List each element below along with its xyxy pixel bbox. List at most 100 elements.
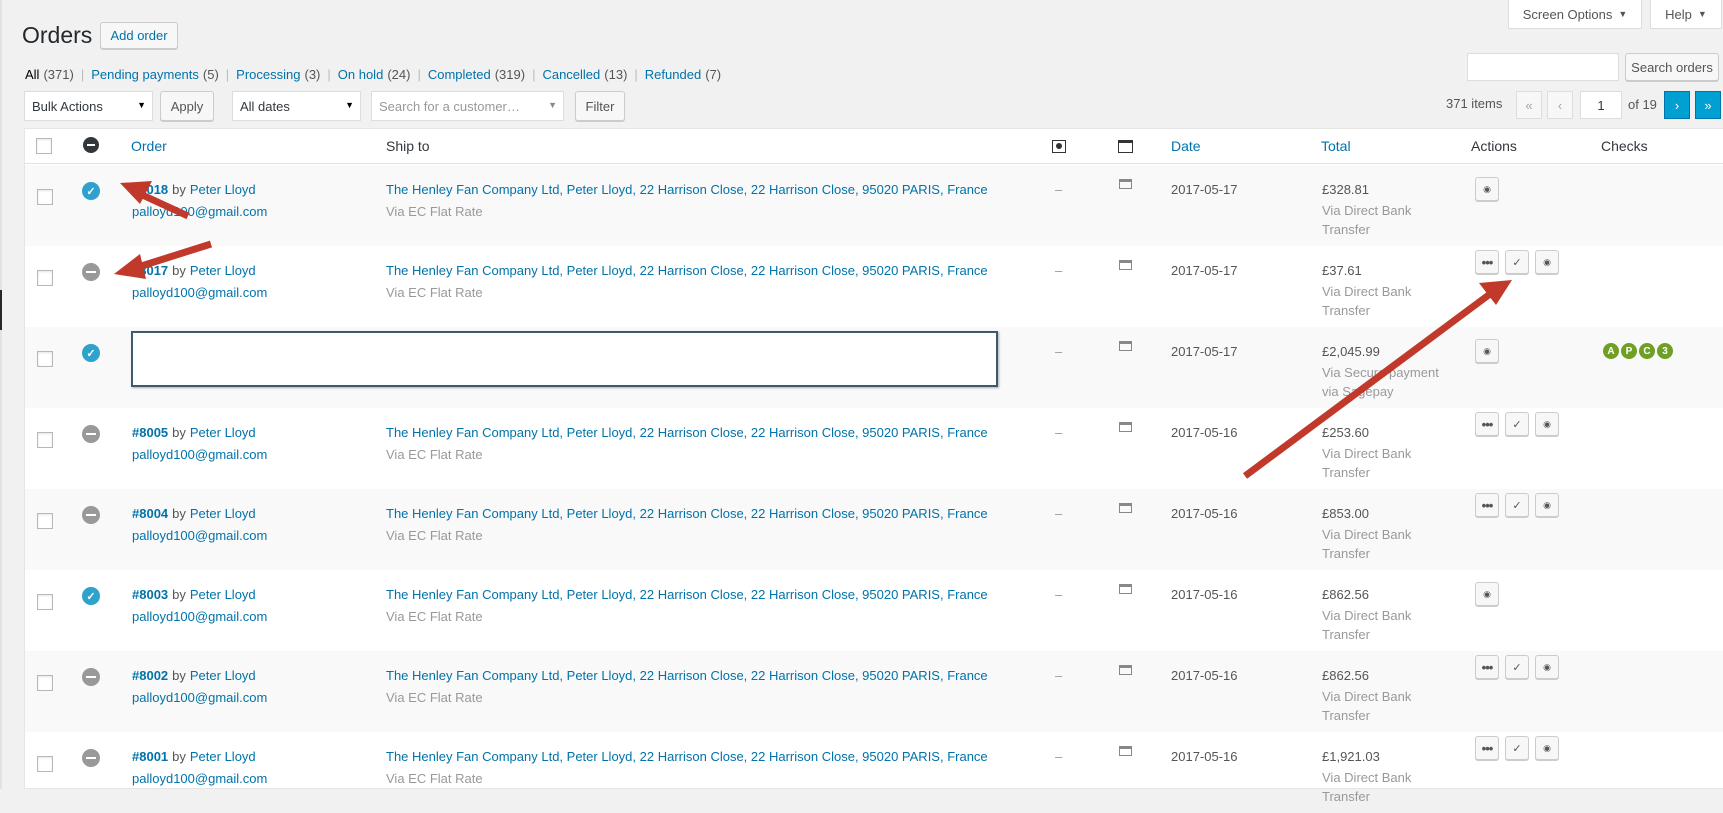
ship-to-address-link[interactable]: The Henley Fan Company Ltd, Peter Lloyd,… bbox=[386, 425, 988, 440]
ellipsis-action-button[interactable]: ••• bbox=[1475, 250, 1499, 274]
customer-name-link[interactable]: Peter Lloyd bbox=[190, 668, 256, 683]
filter-button[interactable]: Filter bbox=[575, 91, 625, 121]
order-number-link[interactable]: #8001 bbox=[132, 749, 168, 764]
order-number-link[interactable]: #8017 bbox=[132, 263, 168, 278]
check-circle-icon[interactable]: ✓ bbox=[82, 182, 100, 200]
minus-circle-icon[interactable] bbox=[82, 263, 100, 281]
eye-action-button[interactable]: ◉ bbox=[1475, 582, 1499, 606]
row-checkbox[interactable] bbox=[37, 432, 53, 448]
customer-email-link[interactable]: palloyd100@gmail.com bbox=[132, 609, 267, 624]
status-view-completed[interactable]: Completed bbox=[428, 67, 491, 82]
search-orders-button[interactable]: Search orders bbox=[1625, 53, 1719, 81]
ship-to-address-link[interactable]: The Henley Fan Company Ltd, Peter Lloyd,… bbox=[386, 587, 988, 602]
checkmark-action-button[interactable]: ✓ bbox=[1505, 412, 1529, 436]
customer-name-link[interactable]: Peter Lloyd bbox=[190, 506, 256, 521]
ship-to-address-link[interactable]: The Henley Fan Company Ltd, Peter Lloyd,… bbox=[386, 749, 988, 764]
order-date: 2017-05-16 bbox=[1171, 425, 1238, 440]
customer-search-select[interactable]: Search for a customer… ▼ bbox=[371, 91, 564, 121]
eye-action-button[interactable]: ◉ bbox=[1535, 250, 1559, 274]
customer-name-link[interactable]: Peter Lloyd bbox=[190, 587, 256, 602]
customer-name-link[interactable]: Peter Lloyd bbox=[190, 263, 256, 278]
check-badge: A bbox=[1603, 343, 1619, 359]
checkmark-action-button[interactable]: ✓ bbox=[1505, 736, 1529, 760]
order-number-link[interactable]: #8005 bbox=[132, 425, 168, 440]
date-filter-select[interactable]: All dates ▼ bbox=[232, 91, 361, 121]
eye-action-button[interactable]: ◉ bbox=[1535, 412, 1559, 436]
ellipsis-action-button[interactable]: ••• bbox=[1475, 412, 1499, 436]
customer-name-link[interactable]: Peter Lloyd bbox=[190, 749, 256, 764]
check-circle-icon[interactable]: ✓ bbox=[82, 587, 100, 605]
last-page-button[interactable]: » bbox=[1695, 91, 1721, 119]
ship-to-address-link[interactable]: The Henley Fan Company Ltd, Peter Lloyd,… bbox=[386, 182, 988, 197]
customer-name-link[interactable]: Peter Lloyd bbox=[190, 425, 256, 440]
screen-options-tab[interactable]: Screen Options ▼ bbox=[1508, 0, 1642, 29]
row-checkbox[interactable] bbox=[37, 513, 53, 529]
help-tab[interactable]: Help ▼ bbox=[1650, 0, 1722, 29]
current-page-input[interactable]: 1 bbox=[1580, 91, 1622, 119]
bulk-actions-select[interactable]: Bulk Actions ▼ bbox=[24, 91, 153, 121]
checkmark-action-button[interactable]: ✓ bbox=[1505, 250, 1529, 274]
order-number-link[interactable]: #8002 bbox=[132, 668, 168, 683]
row-checkbox[interactable] bbox=[37, 756, 53, 772]
minus-circle-icon[interactable] bbox=[82, 506, 100, 524]
status-view-all[interactable]: All bbox=[25, 67, 39, 82]
order-title: #8017 by Peter Lloyd bbox=[132, 263, 256, 278]
minus-circle-icon[interactable] bbox=[82, 668, 100, 686]
order-status-column-icon[interactable] bbox=[83, 137, 99, 153]
column-date[interactable]: Date bbox=[1171, 138, 1201, 154]
row-checkbox[interactable] bbox=[37, 594, 53, 610]
prev-page-button[interactable]: ‹ bbox=[1547, 91, 1573, 119]
row-checkbox[interactable] bbox=[37, 270, 53, 286]
row-checkbox[interactable] bbox=[37, 189, 53, 205]
add-order-button[interactable]: Add order bbox=[100, 22, 178, 49]
status-view-count: (319) bbox=[494, 67, 526, 82]
status-view-pending-payments[interactable]: Pending payments bbox=[91, 67, 199, 82]
customer-email-link[interactable]: palloyd100@gmail.com bbox=[132, 285, 267, 300]
customer-email-link[interactable]: palloyd100@gmail.com bbox=[132, 690, 267, 705]
checkmark-action-button[interactable]: ✓ bbox=[1505, 655, 1529, 679]
column-total[interactable]: Total bbox=[1321, 138, 1351, 154]
ellipsis-action-button[interactable]: ••• bbox=[1475, 655, 1499, 679]
ellipsis-action-button[interactable]: ••• bbox=[1475, 493, 1499, 517]
customer-email-link[interactable]: palloyd100@gmail.com bbox=[132, 447, 267, 462]
eye-action-button[interactable]: ◉ bbox=[1535, 736, 1559, 760]
check-circle-icon[interactable]: ✓ bbox=[82, 344, 100, 362]
checkmark-action-button[interactable]: ✓ bbox=[1505, 493, 1529, 517]
status-view-count: (371) bbox=[43, 67, 74, 82]
column-ship-to: Ship to bbox=[386, 138, 430, 154]
customer-name-link[interactable]: Peter Lloyd bbox=[190, 182, 256, 197]
status-view-refunded[interactable]: Refunded bbox=[645, 67, 701, 82]
order-by-label: by bbox=[172, 587, 186, 602]
eye-action-button[interactable]: ◉ bbox=[1475, 339, 1499, 363]
select-all-checkbox[interactable] bbox=[36, 138, 52, 154]
row-checkbox[interactable] bbox=[37, 675, 53, 691]
apply-button[interactable]: Apply bbox=[160, 91, 214, 121]
order-number-link[interactable]: #8003 bbox=[132, 587, 168, 602]
purchased-value: – bbox=[1055, 749, 1063, 764]
order-number-link[interactable]: #8018 bbox=[132, 182, 168, 197]
customer-email-link[interactable]: palloyd100@gmail.com bbox=[132, 771, 267, 786]
eye-action-button[interactable]: ◉ bbox=[1535, 493, 1559, 517]
ship-to-address-link[interactable]: The Henley Fan Company Ltd, Peter Lloyd,… bbox=[386, 506, 988, 521]
minus-circle-icon[interactable] bbox=[82, 749, 100, 767]
table-row: #8017 by Peter Lloyd palloyd100@gmail.com Th… bbox=[25, 246, 1723, 327]
search-orders-input[interactable] bbox=[1467, 53, 1619, 81]
status-view-cancelled[interactable]: Cancelled bbox=[542, 67, 600, 82]
order-number-link[interactable]: #8004 bbox=[132, 506, 168, 521]
notes-icon bbox=[1119, 746, 1132, 756]
minus-circle-icon[interactable] bbox=[82, 425, 100, 443]
ellipsis-action-button[interactable]: ••• bbox=[1475, 736, 1499, 760]
purchased-value: – bbox=[1055, 506, 1063, 521]
ship-to-address-link[interactable]: The Henley Fan Company Ltd, Peter Lloyd,… bbox=[386, 668, 988, 683]
column-order[interactable]: Order bbox=[131, 138, 167, 154]
customer-email-link[interactable]: palloyd100@gmail.com bbox=[132, 528, 267, 543]
row-checkbox[interactable] bbox=[37, 351, 53, 367]
eye-action-button[interactable]: ◉ bbox=[1475, 177, 1499, 201]
eye-action-button[interactable]: ◉ bbox=[1535, 655, 1559, 679]
next-page-button[interactable]: › bbox=[1664, 91, 1690, 119]
ship-to-address-link[interactable]: The Henley Fan Company Ltd, Peter Lloyd,… bbox=[386, 263, 988, 278]
status-view-on-hold[interactable]: On hold bbox=[338, 67, 384, 82]
first-page-button[interactable]: « bbox=[1516, 91, 1542, 119]
status-view-processing[interactable]: Processing bbox=[236, 67, 300, 82]
customer-email-link[interactable]: palloyd100@gmail.com bbox=[132, 204, 267, 219]
